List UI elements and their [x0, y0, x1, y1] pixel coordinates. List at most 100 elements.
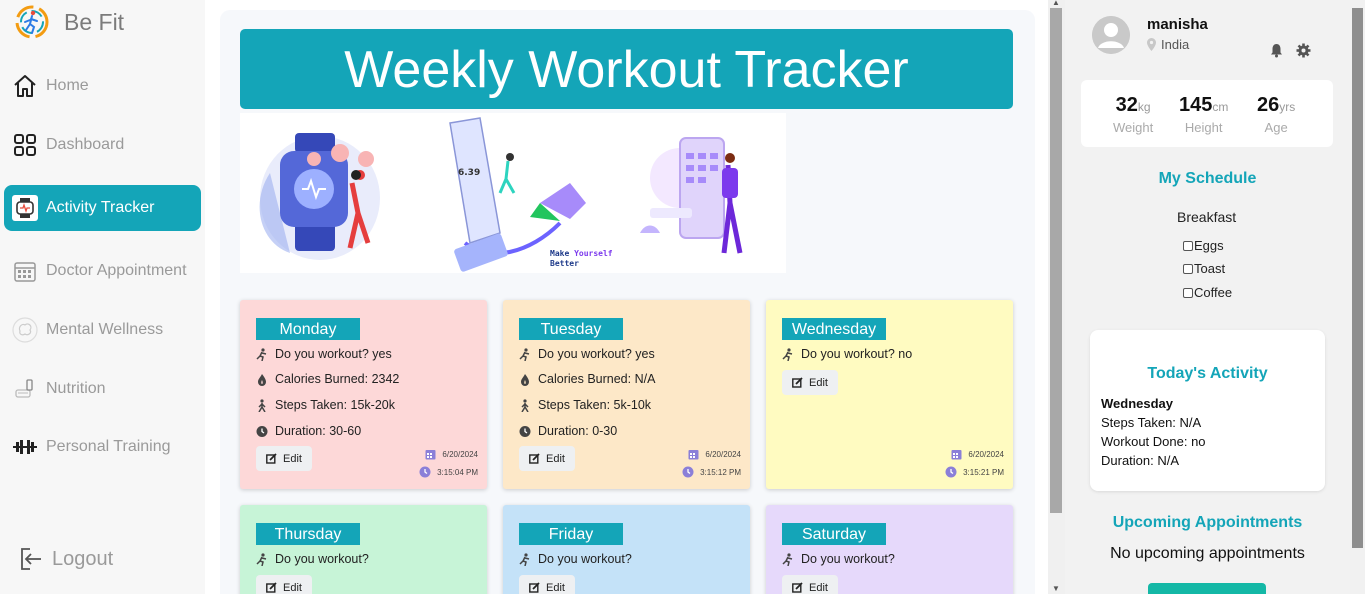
- activity-title: Today's Activity: [1147, 365, 1268, 382]
- grid-icon: [12, 132, 38, 158]
- clock-icon: [945, 466, 957, 478]
- running-icon: [519, 552, 530, 566]
- sidebar-item-personal-training[interactable]: Personal Training: [4, 424, 201, 470]
- edit-icon: [792, 377, 803, 388]
- main-content: Weekly Workout Tracker 6.39 Make Yoursel…: [205, 0, 1048, 594]
- nutrition-icon: [12, 376, 38, 402]
- day-card-friday: Friday Do you workout? Edit: [503, 505, 750, 594]
- no-appointments-text: No upcoming appointments: [1110, 545, 1305, 562]
- user-name: manisha: [1147, 16, 1208, 33]
- calories-row: Calories Burned: 2342: [256, 372, 399, 386]
- checkbox[interactable]: [1183, 287, 1193, 298]
- schedule-checkbox-eggs[interactable]: Eggs: [1183, 238, 1224, 253]
- logout-button[interactable]: Logout: [18, 546, 113, 572]
- running-icon: [782, 552, 793, 566]
- clock-icon: [519, 425, 531, 437]
- workout-row: Do you workout? no: [782, 347, 912, 361]
- steps-row: Steps Taken: 5k-10k: [519, 398, 651, 412]
- scroll-down-icon[interactable]: ▼: [1052, 584, 1060, 593]
- day-card-monday: Monday Do you workout? yes Calories Burn…: [240, 300, 487, 489]
- stat-height: 145cm Height: [1179, 94, 1229, 135]
- logout-label: Logout: [52, 547, 114, 570]
- logo-icon: [15, 5, 49, 39]
- gear-icon[interactable]: [1296, 43, 1311, 58]
- clock-icon: [256, 425, 268, 437]
- schedule-title: My Schedule: [1158, 170, 1257, 187]
- watch-reading: 6.39: [458, 168, 480, 178]
- calendar-icon: [951, 450, 962, 460]
- workout-row: Do you workout? yes: [519, 347, 655, 361]
- day-title: Tuesday: [519, 318, 623, 340]
- sidebar-item-label: Nutrition: [46, 380, 106, 397]
- running-icon: [519, 347, 530, 361]
- day-card-thursday: Thursday Do you workout? Edit: [240, 505, 487, 594]
- sidebar-item-home[interactable]: Home: [4, 63, 201, 109]
- edit-button[interactable]: Edit: [782, 575, 838, 594]
- profile-header: manisha India: [1092, 16, 1311, 58]
- sidebar-item-mental-wellness[interactable]: Mental Wellness: [4, 307, 201, 353]
- activity-day: Wednesday: [1101, 396, 1174, 411]
- edit-button[interactable]: Edit: [782, 370, 838, 395]
- page-title: Weekly Workout Tracker: [240, 29, 1013, 109]
- steps-row: Steps Taken: 15k-20k: [256, 398, 395, 412]
- running-icon: [256, 347, 267, 361]
- brand-name: Be Fit: [64, 8, 125, 35]
- sidebar-item-dashboard[interactable]: Dashboard: [4, 122, 201, 168]
- day-title: Friday: [519, 523, 623, 545]
- svg-text:Better: Better: [550, 259, 579, 268]
- illustration-banner: 6.39 Make Yourself Better: [240, 113, 786, 273]
- workout-row: Do you workout?: [782, 552, 895, 566]
- location-pin-icon: [1147, 38, 1156, 51]
- panel-scrollbar[interactable]: [1350, 0, 1365, 594]
- scrollbar-thumb[interactable]: [1050, 8, 1062, 513]
- appointment-button[interactable]: [1148, 583, 1266, 594]
- edit-button[interactable]: Edit: [519, 575, 575, 594]
- tracker-panel: Weekly Workout Tracker 6.39 Make Yoursel…: [220, 10, 1035, 594]
- edit-button[interactable]: Edit: [519, 446, 575, 471]
- sidebar-item-label: Dashboard: [46, 136, 125, 153]
- time-stamp: 3:15:21 PM: [945, 466, 1004, 478]
- date-stamp: 6/20/2024: [951, 448, 1004, 460]
- edit-icon: [529, 582, 540, 593]
- clock-icon: [419, 466, 431, 478]
- sidebar-item-nutrition[interactable]: Nutrition: [4, 366, 201, 412]
- duration-row: Duration: 30-60: [256, 424, 361, 438]
- time-stamp: 3:15:04 PM: [419, 466, 478, 478]
- flame-icon: [521, 373, 529, 386]
- edit-button[interactable]: Edit: [256, 446, 312, 471]
- scroll-up-icon[interactable]: ▲: [1052, 0, 1060, 7]
- brand[interactable]: Be Fit: [12, 4, 124, 40]
- fitness-illustration: 6.39 Make Yourself Better: [259, 117, 743, 272]
- schedule-checkbox-toast[interactable]: Toast: [1183, 261, 1225, 276]
- stat-age: 26yrs Age: [1257, 94, 1296, 135]
- day-card-tuesday: Tuesday Do you workout? yes Calories Bur…: [503, 300, 750, 489]
- meal-label: Breakfast: [1177, 209, 1237, 225]
- workout-row: Do you workout? yes: [256, 347, 392, 361]
- checkbox[interactable]: [1183, 263, 1193, 274]
- walking-icon: [521, 398, 529, 412]
- workout-row: Do you workout?: [256, 552, 369, 566]
- sidebar-item-activity-tracker[interactable]: Activity Tracker: [4, 185, 201, 231]
- schedule-checkbox-coffee[interactable]: Coffee: [1183, 285, 1232, 300]
- edit-icon: [529, 453, 540, 464]
- main-scrollbar[interactable]: ▲ ▼: [1048, 0, 1065, 594]
- dumbbell-icon: [12, 434, 38, 460]
- edit-button[interactable]: Edit: [256, 575, 312, 594]
- day-card-saturday: Saturday Do you workout? Edit: [766, 505, 1013, 594]
- stat-weight: 32kg Weight: [1113, 94, 1154, 135]
- scrollbar-thumb[interactable]: [1352, 8, 1363, 548]
- flame-icon: [258, 373, 266, 386]
- sidebar-item-doctor-appointment[interactable]: Doctor Appointment: [4, 248, 201, 294]
- sidebar-item-label: Personal Training: [46, 438, 171, 455]
- activity-duration: Duration: N/A: [1101, 453, 1180, 468]
- bell-icon[interactable]: [1269, 43, 1284, 58]
- home-icon: [12, 73, 38, 99]
- sidebar-item-label: Mental Wellness: [46, 321, 164, 338]
- edit-icon: [792, 582, 803, 593]
- smartwatch-icon: [12, 195, 38, 221]
- checkbox[interactable]: [1183, 240, 1193, 251]
- day-title: Thursday: [256, 523, 360, 545]
- sidebar-item-label: Activity Tracker: [46, 199, 155, 216]
- date-stamp: 6/20/2024: [688, 448, 741, 460]
- avatar[interactable]: [1092, 16, 1130, 54]
